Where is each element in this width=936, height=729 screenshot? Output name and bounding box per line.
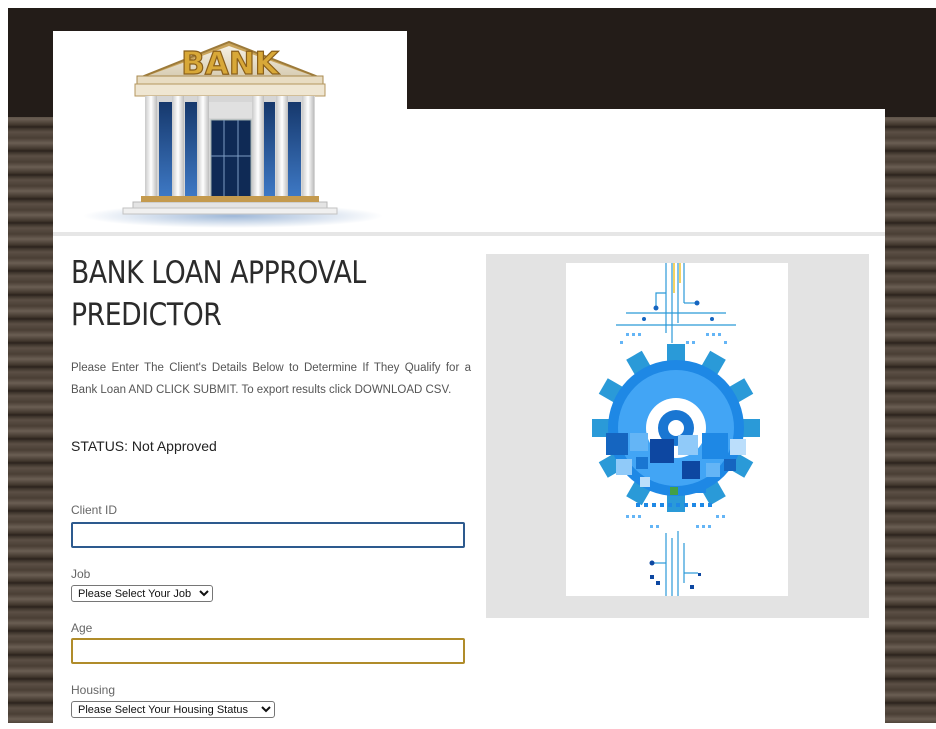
client-id-label: Client ID: [71, 503, 118, 517]
job-select[interactable]: Please Select Your Job: [71, 585, 213, 602]
instructions-text: Please Enter The Client's Details Below …: [71, 362, 471, 396]
housing-select[interactable]: Please Select Your Housing Status: [71, 701, 275, 718]
status-text: STATUS: Not Approved: [71, 438, 217, 454]
bank-building-icon: BANK: [83, 40, 383, 228]
housing-label: Housing: [71, 683, 116, 697]
client-id-input[interactable]: [71, 522, 465, 548]
gear-circuit-illustration: [566, 263, 788, 596]
header-divider: [53, 232, 885, 236]
job-label: Job: [71, 567, 91, 581]
age-input[interactable]: [71, 638, 465, 664]
age-label: Age: [71, 621, 93, 635]
bank-logo-text: BANK: [181, 46, 280, 82]
page-title: BANK LOAN APPROVAL PREDICTOR: [71, 255, 366, 333]
